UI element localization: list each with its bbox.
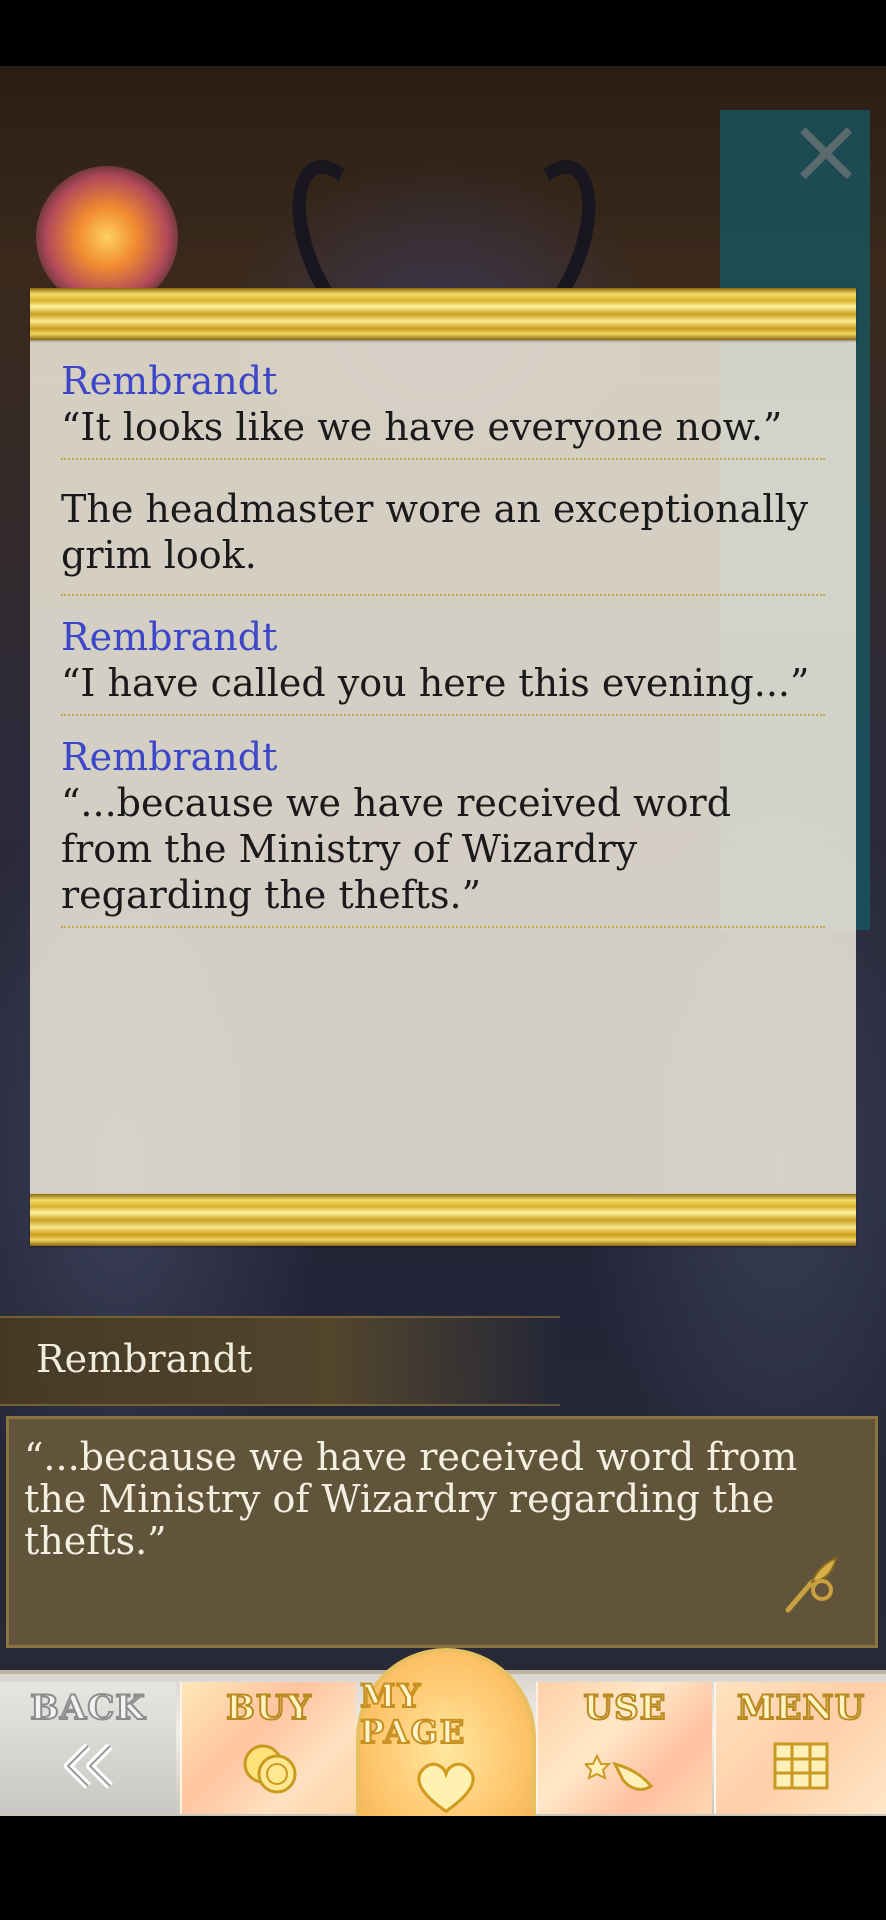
use-button[interactable]: USE: [536, 1682, 712, 1814]
backlog-text: “I have called you here this evening...”: [61, 661, 810, 705]
quill-icon[interactable]: [778, 1552, 842, 1616]
backlog-entry: Rembrandt “It looks like we have everyon…: [61, 358, 825, 460]
game-screen: × Rembrandt “It looks like we have every…: [0, 0, 886, 1920]
back-label: BACK: [29, 1687, 146, 1729]
backlog-list[interactable]: Rembrandt “It looks like we have everyon…: [61, 358, 825, 946]
coins-icon: [243, 1744, 297, 1794]
speaker-name: Rembrandt: [36, 1337, 253, 1381]
backlog-speaker: Rembrandt: [61, 615, 278, 659]
buy-button[interactable]: BUY: [180, 1682, 356, 1814]
back-button[interactable]: BACK: [0, 1682, 176, 1814]
status-bar-area: [0, 0, 886, 66]
close-icon[interactable]: ×: [787, 105, 864, 197]
buy-label: BUY: [225, 1687, 312, 1729]
backlog-entry: Rembrandt “...because we have received w…: [61, 734, 825, 928]
menu-label: MENU: [736, 1687, 866, 1729]
glowing-orb: [36, 166, 178, 308]
backlog-top-frame: [30, 288, 856, 340]
backlog-text: “...because we have received word from t…: [61, 781, 732, 917]
backlog-text: “It looks like we have everyone now.”: [61, 405, 783, 449]
use-label: USE: [582, 1687, 667, 1729]
backlog-entry: The headmaster wore an exceptionally gri…: [61, 478, 825, 596]
double-chevron-left-icon: [64, 1743, 113, 1789]
navigation-bar-area: [0, 1816, 886, 1920]
backlog-speaker: Rembrandt: [61, 735, 278, 779]
backlog-speaker: Rembrandt: [61, 359, 278, 403]
backlog-entry: Rembrandt “I have called you here this e…: [61, 614, 825, 716]
bottom-navigation: BACK BUY MY PAGE USE MENU: [0, 1648, 886, 1820]
grid-icon: [773, 1742, 829, 1790]
heart-icon: [417, 1762, 475, 1814]
backlog-bottom-frame: [30, 1194, 856, 1246]
backlog-panel[interactable]: Rembrandt “It looks like we have everyon…: [30, 288, 856, 1246]
my-page-label: MY PAGE: [359, 1677, 467, 1751]
my-page-button[interactable]: MY PAGE: [356, 1648, 536, 1816]
backlog-text: The headmaster wore an exceptionally gri…: [61, 487, 809, 577]
wand-icon: [585, 1753, 654, 1791]
dialogue-text: “...because we have received word from t…: [24, 1435, 798, 1563]
menu-button[interactable]: MENU: [714, 1682, 886, 1814]
